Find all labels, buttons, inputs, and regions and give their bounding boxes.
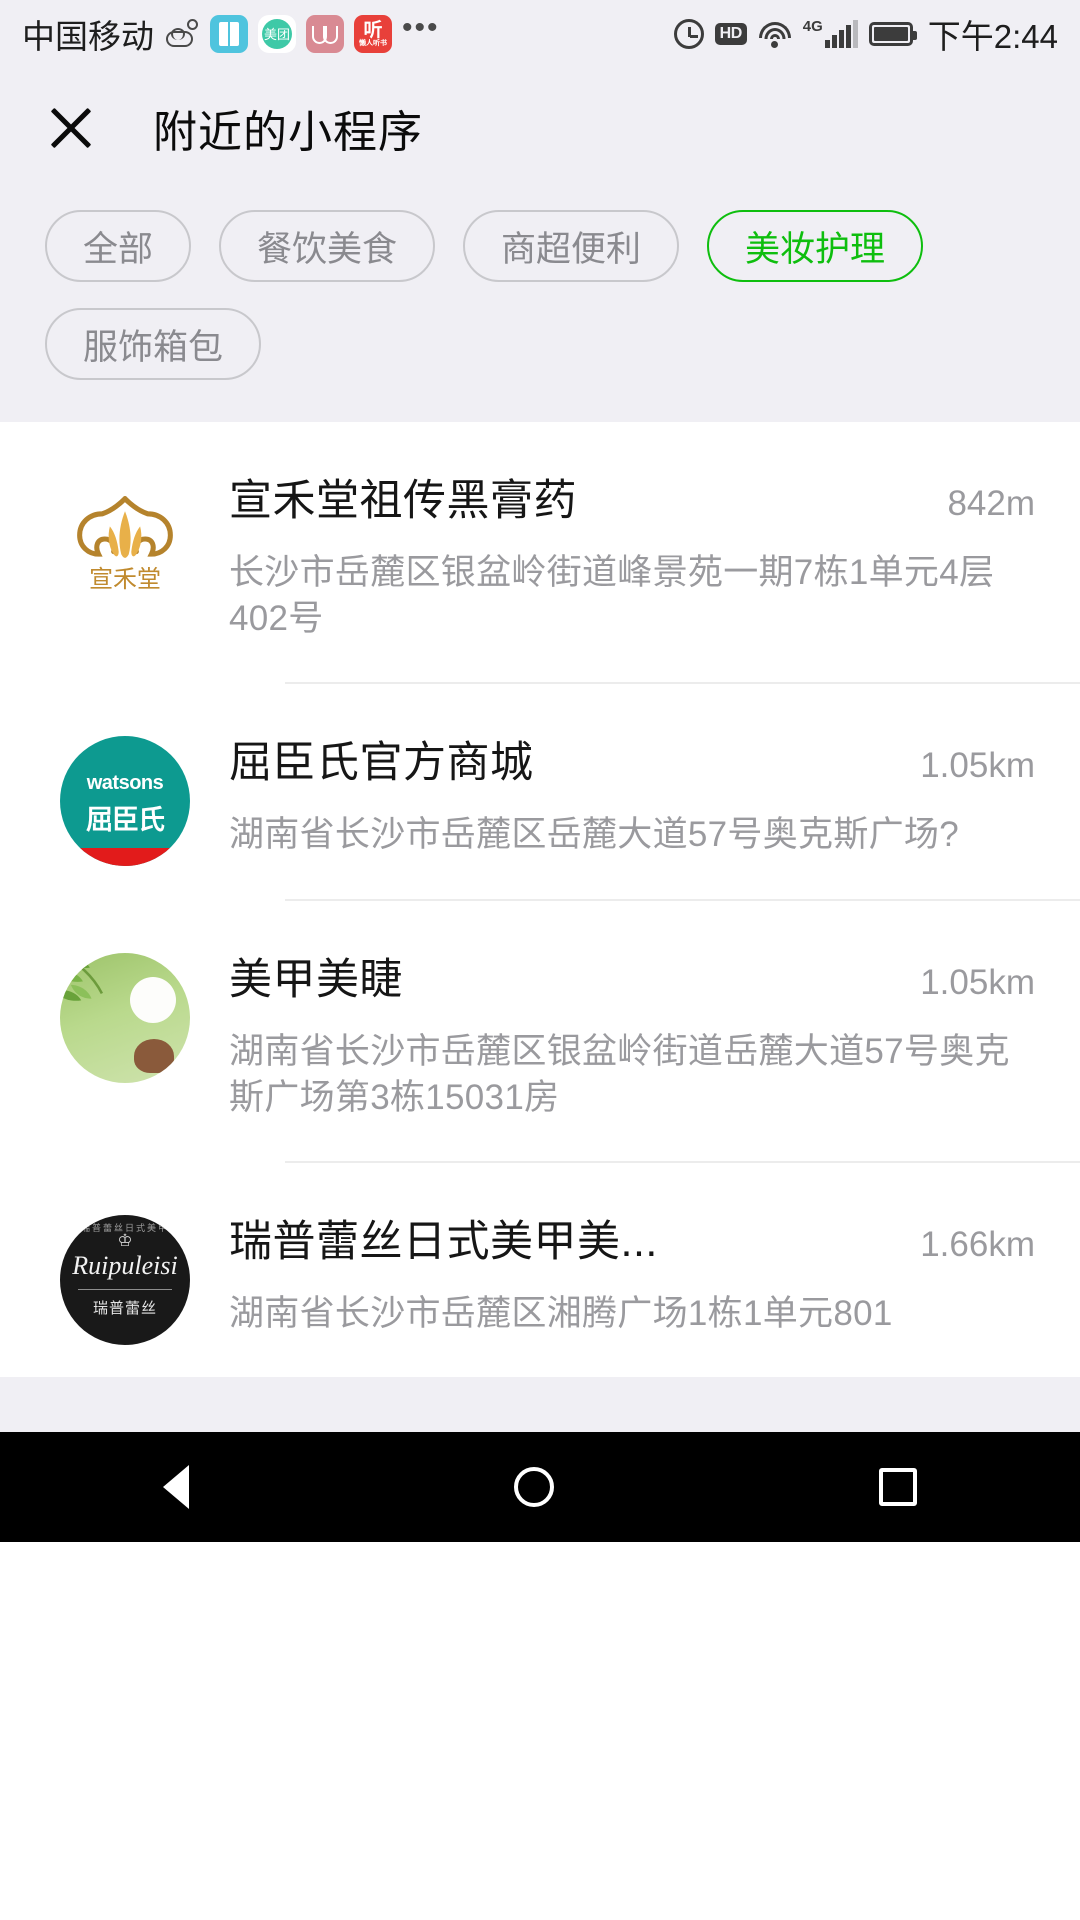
list-item-body: 宣禾堂祖传黑膏药 842m 长沙市岳麓区银盆岭街道峰景苑一期7栋1单元4层402… (205, 422, 1035, 682)
filter-chip-convenience[interactable]: 商超便利 (463, 210, 680, 282)
page-header: 附近的小程序 (0, 68, 1080, 188)
back-icon[interactable] (162, 1465, 189, 1510)
filter-chip-food[interactable]: 餐饮美食 (219, 210, 436, 282)
watsons-logo-text-cn: 屈臣氏 (86, 805, 165, 836)
filter-chip-bar: 全部 餐饮美食 商超便利 美妆护理 服饰箱包 (0, 188, 1080, 422)
list-item-body: 屈臣氏官方商城 1.05km 湖南省长沙市岳麓区岳麓大道57号奥克斯广场? (205, 684, 1035, 898)
filter-chip-label: 服饰箱包 (83, 327, 224, 367)
reader-app-icon (210, 15, 248, 53)
ruipuleisi-logo: 瑞普蕾丝日式美甲 ♔ Ruipuleisi 瑞普蕾丝 (60, 1214, 190, 1345)
ting-app-sublabel: 懒人听书 (359, 40, 387, 47)
ruipuleisi-logo-sub: 瑞普蕾丝 (92, 1299, 157, 1317)
network-type-label: 4G (802, 18, 823, 35)
shop-distance: 1.66km (920, 1224, 1035, 1264)
meituan-app-icon: 美团 (258, 15, 296, 53)
page-title: 附近的小程序 (153, 108, 423, 157)
list-item-body: 美甲美睫 1.05km 湖南省长沙市岳麓区银盆岭街道岳麓大道57号奥克斯广场第3… (205, 901, 1035, 1161)
ruipuleisi-logo-rule (78, 1288, 172, 1290)
list-item-header: 瑞普蕾丝日式美甲美... 1.66km (229, 1207, 1035, 1269)
shop-address: 长沙市岳麓区银盆岭街道峰景苑一期7栋1单元4层402号 (229, 553, 995, 639)
list-item-thumb-wrap (45, 901, 205, 1161)
status-bar-right: HD 4G 下午2:44 (673, 10, 1058, 58)
filter-chip-all[interactable]: 全部 (45, 210, 192, 282)
shop-address: 湖南省长沙市岳麓区湘腾广场1栋1单元801 (229, 1293, 893, 1333)
shop-name: 屈臣氏官方商城 (229, 739, 534, 788)
battery-icon (868, 22, 917, 46)
filter-chip-beauty[interactable]: 美妆护理 (707, 210, 924, 282)
status-bar: 中国移动 美团 听 懒人听书 ••• HD 4G 下午2:44 (0, 0, 1080, 68)
meijia-meijie-logo (60, 952, 190, 1083)
shop-name: 宣禾堂祖传黑膏药 (229, 477, 577, 525)
bamboo-leaves-icon (60, 952, 104, 1001)
filter-chip-apparel[interactable]: 服饰箱包 (45, 308, 262, 380)
clock-label: 下午2:44 (927, 18, 1058, 55)
shop-address: 湖南省长沙市岳麓区银盆岭街道岳麓大道57号奥克斯广场第3栋15031房 (229, 1031, 1010, 1117)
close-icon[interactable] (45, 102, 97, 154)
list-item-thumb-wrap: 宣禾堂 (45, 422, 205, 682)
signal-icon: 4G (802, 18, 858, 48)
watsons-logo-text-en: watsons (86, 772, 164, 795)
app-screen: 中国移动 美团 听 懒人听书 ••• HD 4G 下午2:44 附近的小程序 全… (0, 0, 1080, 1920)
shop-address: 湖南省长沙市岳麓区岳麓大道57号奥克斯广场? (229, 815, 959, 855)
ting-app-icon: 听 懒人听书 (354, 15, 392, 53)
wifi-icon (758, 21, 792, 48)
list-item[interactable]: watsons 屈臣氏 屈臣氏官方商城 1.05km 湖南省长沙市岳麓区岳麓大道… (0, 684, 1080, 898)
list-item-header: 美甲美睫 1.05km (229, 945, 1035, 1007)
list-item-thumb-wrap: 瑞普蕾丝日式美甲 ♔ Ruipuleisi 瑞普蕾丝 (45, 1163, 205, 1377)
list-item-header: 屈臣氏官方商城 1.05km (229, 728, 1035, 790)
list-item[interactable]: 宣禾堂 宣禾堂祖传黑膏药 842m 长沙市岳麓区银盆岭街道峰景苑一期7栋1单元4… (0, 422, 1080, 682)
list-item-header: 宣禾堂祖传黑膏药 842m (229, 466, 1035, 528)
bottom-spacer (0, 1377, 1080, 1433)
nearby-list: 宣禾堂 宣禾堂祖传黑膏药 842m 长沙市岳麓区银盆岭街道峰景苑一期7栋1单元4… (0, 422, 1080, 1378)
meituan-app-label: 美团 (262, 19, 292, 49)
hand-shape (134, 1038, 174, 1073)
watsons-logo-bar (60, 848, 190, 867)
status-bar-left: 中国移动 美团 听 懒人听书 ••• (22, 10, 440, 58)
recent-apps-icon[interactable] (879, 1468, 918, 1507)
filter-chip-label: 商超便利 (501, 229, 642, 269)
xuanhetang-logo-text: 宣禾堂 (89, 566, 161, 593)
ruipuleisi-logo-script: Ruipuleisi (72, 1250, 178, 1280)
ting-app-label: 听 (363, 20, 383, 41)
list-item-thumb-wrap: watsons 屈臣氏 (45, 684, 205, 898)
xuanhetang-logo-mark: 宣禾堂 (77, 496, 173, 593)
shop-distance: 1.05km (920, 746, 1035, 786)
filter-chip-label: 餐饮美食 (257, 229, 398, 269)
huawei-app-icon (306, 15, 344, 53)
watsons-logo: watsons 屈臣氏 (60, 736, 190, 867)
list-item-body: 瑞普蕾丝日式美甲美... 1.66km 湖南省长沙市岳麓区湘腾广场1栋1单元80… (205, 1163, 1035, 1377)
shop-distance: 1.05km (920, 962, 1035, 1002)
face-shape (130, 976, 176, 1023)
home-icon[interactable] (513, 1467, 554, 1508)
shop-name: 瑞普蕾丝日式美甲美... (229, 1217, 658, 1266)
list-item[interactable]: 美甲美睫 1.05km 湖南省长沙市岳麓区银盆岭街道岳麓大道57号奥克斯广场第3… (0, 901, 1080, 1161)
crown-icon: ♔ (117, 1230, 133, 1250)
shop-name: 美甲美睫 (229, 955, 403, 1004)
alarm-icon (673, 19, 704, 49)
list-item[interactable]: 瑞普蕾丝日式美甲 ♔ Ruipuleisi 瑞普蕾丝 瑞普蕾丝日式美甲美... … (0, 1163, 1080, 1377)
shop-distance: 842m (947, 484, 1035, 523)
filter-chip-label: 全部 (83, 229, 154, 269)
weather-cloud-icon (164, 19, 200, 49)
hd-icon: HD (714, 23, 747, 45)
system-nav-bar (0, 1432, 1080, 1543)
carrier-label: 中国移动 (22, 18, 154, 55)
xuanhetang-logo: 宣禾堂 (60, 474, 190, 604)
filter-chip-label: 美妆护理 (745, 229, 886, 269)
more-dots-icon: ••• (402, 11, 440, 44)
